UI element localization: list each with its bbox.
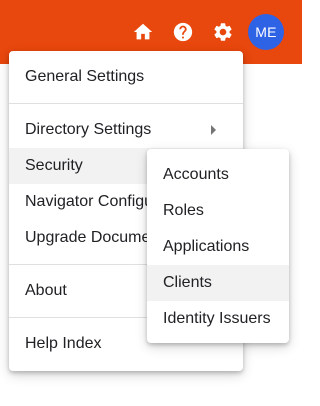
gear-icon[interactable]	[211, 20, 235, 44]
submenu-item-accounts[interactable]: Accounts	[147, 157, 289, 193]
home-icon[interactable]	[131, 20, 155, 44]
page: ME General Settings Directory Settings S…	[0, 0, 302, 406]
avatar[interactable]: ME	[248, 14, 284, 50]
chevron-right-icon	[211, 125, 216, 135]
security-submenu: Accounts Roles Applications Clients Iden…	[147, 149, 289, 343]
menu-item-directory-settings[interactable]: Directory Settings	[9, 112, 243, 148]
submenu-item-clients[interactable]: Clients	[147, 265, 289, 301]
avatar-initials: ME	[255, 24, 277, 40]
menu-item-general-settings[interactable]: General Settings	[9, 59, 243, 95]
help-icon[interactable]	[171, 20, 195, 44]
submenu-item-roles[interactable]: Roles	[147, 193, 289, 229]
menu-divider	[9, 103, 243, 104]
submenu-item-identity-issuers[interactable]: Identity Issuers	[147, 301, 289, 337]
submenu-item-applications[interactable]: Applications	[147, 229, 289, 265]
menu-item-label: Directory Settings	[25, 121, 152, 138]
